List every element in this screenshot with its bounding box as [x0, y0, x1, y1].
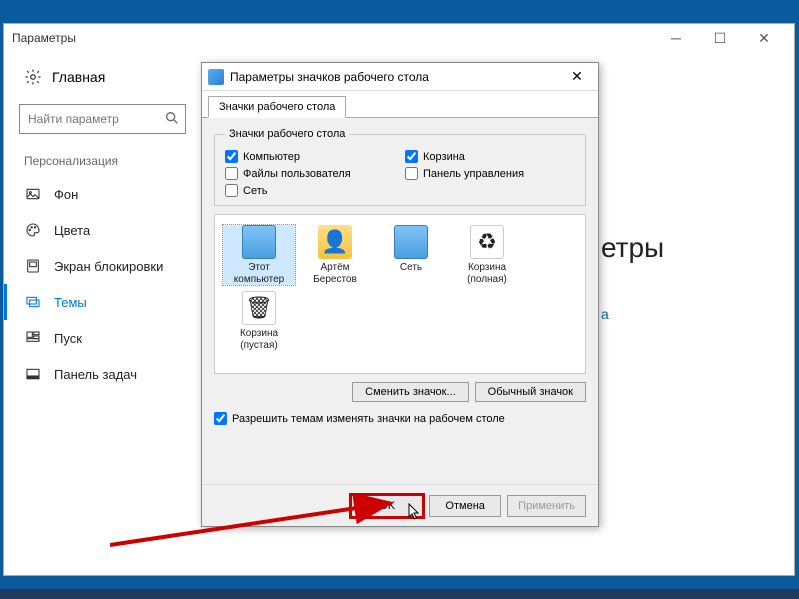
default-icon-button[interactable]: Обычный значок	[475, 382, 586, 402]
sidebar-section-label: Персонализация	[4, 148, 201, 176]
sidebar-home-label: Главная	[52, 69, 105, 85]
checkbox-controlpanel-input[interactable]	[405, 167, 418, 180]
palette-icon	[24, 222, 42, 238]
checkbox-computer[interactable]: Компьютер	[225, 150, 395, 163]
sidebar-item-label: Темы	[54, 295, 87, 310]
checkbox-recycle[interactable]: Корзина	[405, 150, 575, 163]
sidebar-item-label: Пуск	[54, 331, 82, 346]
sidebar-item-label: Экран блокировки	[54, 259, 163, 274]
themes-icon	[24, 294, 42, 310]
checkbox-network-input[interactable]	[225, 184, 238, 197]
recycle-full-icon: ♻	[470, 225, 504, 259]
dialog-app-icon	[208, 69, 224, 85]
dialog-tabs: Значки рабочего стола	[202, 91, 598, 117]
sidebar-item-colors[interactable]: Цвета	[4, 212, 201, 248]
icon-recycle-empty[interactable]: 🗑 Корзина (пустая)	[223, 291, 295, 351]
group-legend: Значки рабочего стола	[225, 128, 349, 140]
dialog-titlebar: Параметры значков рабочего стола ✕	[202, 63, 598, 91]
sidebar-search	[19, 104, 186, 134]
cancel-button[interactable]: Отмена	[429, 495, 501, 517]
dialog-close-button[interactable]: ✕	[562, 68, 592, 85]
icon-recycle-full[interactable]: ♻ Корзина (полная)	[451, 225, 523, 285]
search-icon	[164, 110, 180, 131]
dialog-content: Значки рабочего стола Компьютер Корзина …	[202, 117, 598, 484]
recycle-empty-icon: 🗑	[242, 291, 276, 325]
tab-desktop-icons[interactable]: Значки рабочего стола	[208, 96, 346, 118]
window-controls: ─ ☐ ✕	[654, 24, 786, 52]
icon-action-row: Сменить значок... Обычный значок	[214, 382, 586, 402]
checkbox-userfiles-input[interactable]	[225, 167, 238, 180]
search-input[interactable]	[19, 104, 186, 134]
obscured-heading: етры	[601, 232, 764, 264]
sidebar-item-taskbar[interactable]: Панель задач	[4, 356, 201, 392]
sidebar-item-label: Цвета	[54, 223, 90, 238]
taskbar-icon	[24, 366, 42, 382]
sidebar-item-themes[interactable]: Темы	[4, 284, 201, 320]
close-button[interactable]: ✕	[742, 24, 786, 52]
picture-icon	[24, 186, 42, 202]
settings-sidebar: Главная Персонализация Фон Цвета	[4, 52, 201, 575]
folder-icon: 👤	[318, 225, 352, 259]
allow-themes-checkbox[interactable]: Разрешить темам изменять значки на рабоч…	[214, 412, 586, 425]
dialog-footer: OK Отмена Применить	[202, 484, 598, 526]
dialog-title: Параметры значков рабочего стола	[230, 70, 562, 84]
icon-this-pc[interactable]: Этот компьютер	[223, 225, 295, 285]
change-icon-button[interactable]: Сменить значок...	[352, 382, 469, 402]
sidebar-item-label: Фон	[54, 187, 78, 202]
taskbar[interactable]	[0, 589, 799, 599]
ok-button[interactable]: OK	[351, 495, 423, 517]
desktop-icons-dialog: Параметры значков рабочего стола ✕ Значк…	[201, 62, 599, 527]
lockscreen-icon	[24, 258, 42, 274]
icon-network[interactable]: Сеть	[375, 225, 447, 285]
monitor-icon	[242, 225, 276, 259]
start-icon	[24, 330, 42, 346]
checkbox-computer-input[interactable]	[225, 150, 238, 163]
sidebar-item-label: Панель задач	[54, 367, 137, 382]
checkbox-recycle-input[interactable]	[405, 150, 418, 163]
settings-window-title: Параметры	[12, 31, 654, 45]
allow-themes-input[interactable]	[214, 412, 227, 425]
sidebar-item-lockscreen[interactable]: Экран блокировки	[4, 248, 201, 284]
icon-preview-box: Этот компьютер 👤 Артём Берестов Сеть ♻ К…	[214, 214, 586, 374]
gear-icon	[24, 68, 42, 86]
sidebar-item-background[interactable]: Фон	[4, 176, 201, 212]
sidebar-item-start[interactable]: Пуск	[4, 320, 201, 356]
checkbox-controlpanel[interactable]: Панель управления	[405, 167, 575, 180]
network-icon	[394, 225, 428, 259]
apply-button[interactable]: Применить	[507, 495, 586, 517]
checkbox-network[interactable]: Сеть	[225, 184, 395, 197]
minimize-button[interactable]: ─	[654, 24, 698, 52]
obscured-link[interactable]: а	[601, 306, 764, 322]
sidebar-home[interactable]: Главная	[4, 60, 201, 94]
icon-user-folder[interactable]: 👤 Артём Берестов	[299, 225, 371, 285]
checkbox-userfiles[interactable]: Файлы пользователя	[225, 167, 395, 180]
maximize-button[interactable]: ☐	[698, 24, 742, 52]
desktop-icons-group: Значки рабочего стола Компьютер Корзина …	[214, 128, 586, 206]
settings-titlebar: Параметры ─ ☐ ✕	[4, 24, 794, 52]
